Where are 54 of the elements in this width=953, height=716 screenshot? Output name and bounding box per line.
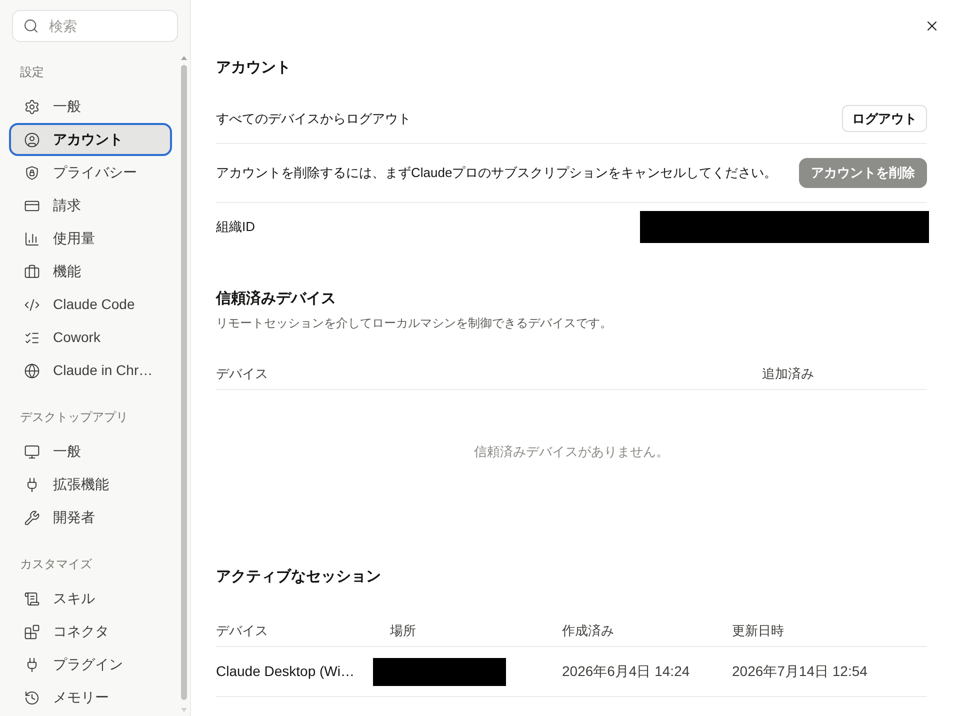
monitor-icon: [24, 444, 40, 460]
column-header: デバイス: [216, 622, 269, 640]
sidebar-item[interactable]: Cowork: [9, 321, 172, 354]
setting-label: アカウントを削除するには、まずClaudeプロのサブスクリプションをキャンセルしてください。: [216, 164, 778, 182]
shield-lock-icon: [24, 164, 40, 180]
scroll-up-icon[interactable]: [181, 56, 187, 60]
column-header: 追加済み: [762, 364, 815, 383]
sidebar-item[interactable]: プライバシー: [9, 156, 172, 189]
setting-label: 組織ID: [216, 218, 255, 236]
section-label: 設定: [19, 64, 45, 80]
briefcase-icon: [24, 264, 40, 280]
section-label: カスタマイズ: [19, 556, 93, 572]
sidebar-item[interactable]: コネクタ: [9, 615, 172, 648]
scrollbar-thumb[interactable]: [181, 65, 187, 700]
section-heading: アカウント: [216, 58, 292, 78]
section-heading: 信頼済みデバイス: [216, 289, 337, 309]
sidebar-item[interactable]: 拡張機能: [9, 468, 172, 501]
action-button[interactable]: ログアウト: [842, 105, 927, 132]
table-cell-text: Claude Desktop (Wi…: [216, 662, 356, 681]
sidebar-item[interactable]: 一般: [9, 435, 172, 468]
column-header: 場所: [390, 622, 417, 640]
section-heading: アクティブなセッション: [216, 567, 382, 587]
table-cell-text: 2026年6月4日 14:24: [562, 662, 691, 681]
history-icon: [24, 690, 40, 706]
column-header: デバイス: [216, 364, 269, 383]
user-circle-icon: [24, 132, 40, 148]
sidebar-item[interactable]: 使用量: [9, 222, 172, 255]
blocks-icon: [24, 624, 40, 640]
sidebar-item[interactable]: 請求: [9, 189, 172, 222]
globe-icon: [24, 362, 40, 378]
column-header: 作成済み: [562, 622, 615, 640]
sidebar-item[interactable]: Claude in Chr…: [9, 354, 172, 387]
sidebar-item[interactable]: 開発者: [9, 501, 172, 534]
sidebar-item[interactable]: スキル: [9, 582, 172, 615]
sidebar-item[interactable]: プラグイン: [9, 648, 172, 681]
scroll-icon: [24, 590, 40, 606]
table-cell-text: 2026年7月14日 12:54: [732, 662, 868, 681]
section-label: デスクトップアプリ: [19, 409, 129, 425]
search-field[interactable]: 検索: [12, 10, 178, 42]
gear-icon: [24, 98, 40, 114]
wrench-icon: [24, 510, 40, 526]
code-icon: [24, 296, 40, 312]
sidebar-item[interactable]: 機能: [9, 255, 172, 288]
section-description: リモートセッションを介してローカルマシンを制御できるデバイスです。: [216, 315, 613, 331]
sidebar-item[interactable]: メモリー: [9, 681, 172, 714]
empty-message: 信頼済みデバイスがありません。: [474, 443, 669, 462]
search-icon: [23, 18, 39, 34]
sidebar-item[interactable]: Claude Code: [9, 288, 172, 321]
bar-chart-icon: [24, 230, 40, 246]
setting-label: すべてのデバイスからログアウト: [216, 110, 411, 128]
scroll-down-icon[interactable]: [181, 708, 187, 712]
column-header: 更新日時: [732, 622, 785, 640]
sidebar-item[interactable]: アカウント: [9, 123, 172, 156]
sidebar-item[interactable]: 一般: [9, 90, 172, 123]
